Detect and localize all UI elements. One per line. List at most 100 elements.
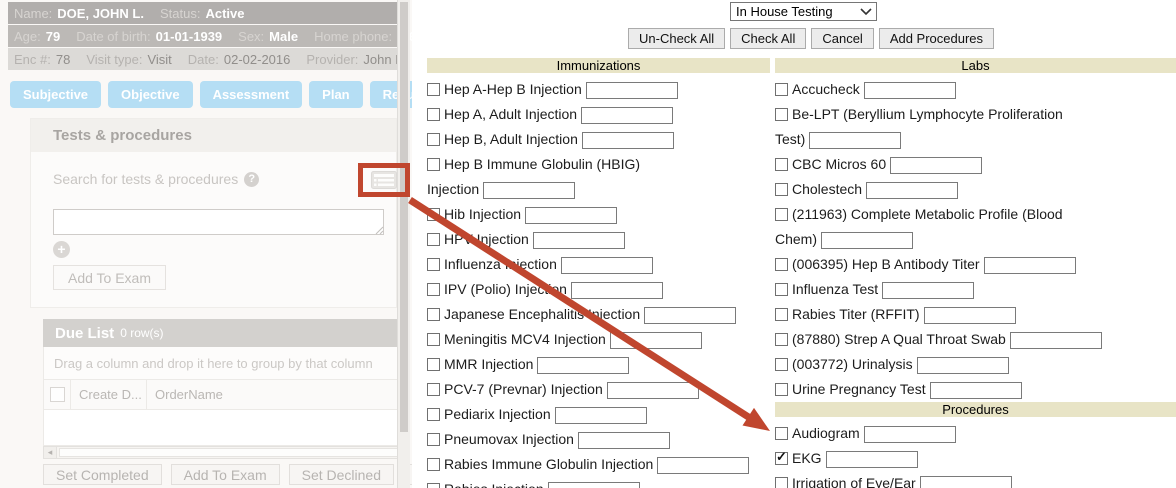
vertical-scrollbar[interactable] <box>397 0 410 488</box>
orderable-item-row: PCV-7 (Prevnar) Injection <box>427 377 770 402</box>
add-row-icon[interactable]: + <box>53 241 70 258</box>
item-value-input[interactable] <box>525 207 617 224</box>
item-label: Influenza Injection <box>444 256 557 272</box>
visit-type-label: Visit type: <box>86 52 142 67</box>
item-checkbox[interactable] <box>427 233 440 246</box>
item-value-input[interactable] <box>826 451 918 468</box>
item-checkbox[interactable] <box>427 83 440 96</box>
horizontal-scrollbar[interactable]: ◂ <box>43 446 403 459</box>
item-value-input[interactable] <box>864 426 956 443</box>
item-checkbox[interactable] <box>427 308 440 321</box>
item-checkbox[interactable] <box>427 133 440 146</box>
item-value-input[interactable] <box>561 257 653 274</box>
tab-objective[interactable]: Objective <box>108 81 193 108</box>
item-value-input[interactable] <box>917 357 1009 374</box>
item-checkbox[interactable] <box>427 208 440 221</box>
item-checkbox[interactable] <box>775 208 788 221</box>
item-checkbox[interactable] <box>775 477 788 488</box>
item-value-input[interactable] <box>582 132 674 149</box>
item-value-input[interactable] <box>809 132 901 149</box>
cancel-button[interactable]: Cancel <box>811 28 873 49</box>
item-label: Audiogram <box>792 425 860 441</box>
tab-plan[interactable]: Plan <box>309 81 362 108</box>
item-label: Japanese Encephalitis Injection <box>444 306 640 322</box>
item-value-input[interactable] <box>586 82 678 99</box>
item-checkbox[interactable] <box>775 258 788 271</box>
horizontal-scrollbar-track[interactable] <box>57 446 403 459</box>
item-checkbox[interactable] <box>775 358 788 371</box>
item-value-input[interactable] <box>610 332 702 349</box>
item-checkbox[interactable] <box>427 458 440 471</box>
item-checkbox[interactable] <box>775 427 788 440</box>
item-checkbox[interactable] <box>427 408 440 421</box>
help-icon[interactable]: ? <box>244 172 259 187</box>
orderable-item-row: Irrigation of Eye/Ear <box>775 471 1176 488</box>
item-value-input[interactable] <box>657 457 749 474</box>
item-checkbox[interactable] <box>775 308 788 321</box>
item-checkbox[interactable] <box>427 258 440 271</box>
item-value-input[interactable] <box>890 157 982 174</box>
item-value-input[interactable] <box>548 482 640 488</box>
item-checkbox[interactable] <box>775 83 788 96</box>
add-procedures-button[interactable]: Add Procedures <box>879 28 994 49</box>
chevron-down-icon <box>859 7 873 16</box>
item-checkbox[interactable] <box>775 158 788 171</box>
orderable-item-row: Cholestech <box>775 177 1176 202</box>
orderable-item-row: (003772) Urinalysis <box>775 352 1176 377</box>
horizontal-scrollbar-thumb[interactable] <box>59 448 400 457</box>
item-checkbox[interactable] <box>427 383 440 396</box>
item-label: (211963) Complete Metabolic Profile (Blo… <box>775 206 1063 247</box>
group-by-drop-zone[interactable]: Drag a column and drop it here to group … <box>43 347 403 380</box>
item-checkbox[interactable] <box>775 183 788 196</box>
check-all-button[interactable]: Check All <box>730 28 806 49</box>
item-value-input[interactable] <box>607 382 699 399</box>
item-value-input[interactable] <box>866 182 958 199</box>
item-value-input[interactable] <box>555 407 647 424</box>
item-checkbox[interactable] <box>775 333 788 346</box>
item-value-input[interactable] <box>644 307 736 324</box>
item-checkbox[interactable] <box>427 358 440 371</box>
item-value-input[interactable] <box>537 357 629 374</box>
set-declined-button[interactable]: Set Declined <box>289 464 394 485</box>
item-checkbox[interactable] <box>427 283 440 296</box>
resize-grip-icon[interactable] <box>375 226 384 235</box>
item-value-input[interactable] <box>984 257 1076 274</box>
select-all-checkbox[interactable] <box>50 387 65 402</box>
item-checkbox[interactable] <box>427 158 440 171</box>
item-label: Hib Injection <box>444 206 521 222</box>
column-create-date[interactable]: Create D... <box>71 380 147 409</box>
item-value-input[interactable] <box>821 232 913 249</box>
item-value-input[interactable] <box>571 282 663 299</box>
item-checkbox[interactable] <box>427 108 440 121</box>
set-completed-button[interactable]: Set Completed <box>43 464 162 485</box>
tests-search-input[interactable] <box>53 209 384 235</box>
column-order-name[interactable]: OrderName <box>147 380 402 409</box>
list-icon[interactable] <box>371 171 397 189</box>
item-value-input[interactable] <box>533 232 625 249</box>
item-value-input[interactable] <box>581 107 673 124</box>
item-checkbox[interactable] <box>775 283 788 296</box>
item-value-input[interactable] <box>924 307 1016 324</box>
item-checkbox[interactable] <box>775 383 788 396</box>
item-checkbox[interactable] <box>427 483 440 488</box>
item-value-input[interactable] <box>930 382 1022 399</box>
due-list-row-count: 0 row(s) <box>120 326 163 340</box>
tab-subjective[interactable]: Subjective <box>10 81 101 108</box>
add-to-exam-button[interactable]: Add To Exam <box>53 265 166 290</box>
scroll-left-icon[interactable]: ◂ <box>43 446 57 459</box>
item-value-input[interactable] <box>882 282 974 299</box>
item-checkbox[interactable] <box>775 108 788 121</box>
add-to-exam-footer-button[interactable]: Add To Exam <box>171 464 280 485</box>
item-checkbox[interactable] <box>775 452 788 465</box>
tab-assessment[interactable]: Assessment <box>200 81 303 108</box>
item-value-input[interactable] <box>864 82 956 99</box>
category-select[interactable]: In House Testing <box>730 2 877 21</box>
item-checkbox[interactable] <box>427 433 440 446</box>
uncheck-all-button[interactable]: Un-Check All <box>628 28 725 49</box>
vertical-scrollbar-thumb[interactable] <box>400 2 408 432</box>
item-value-input[interactable] <box>578 432 670 449</box>
item-value-input[interactable] <box>1010 332 1102 349</box>
item-value-input[interactable] <box>920 476 1012 488</box>
item-value-input[interactable] <box>483 182 575 199</box>
item-checkbox[interactable] <box>427 333 440 346</box>
